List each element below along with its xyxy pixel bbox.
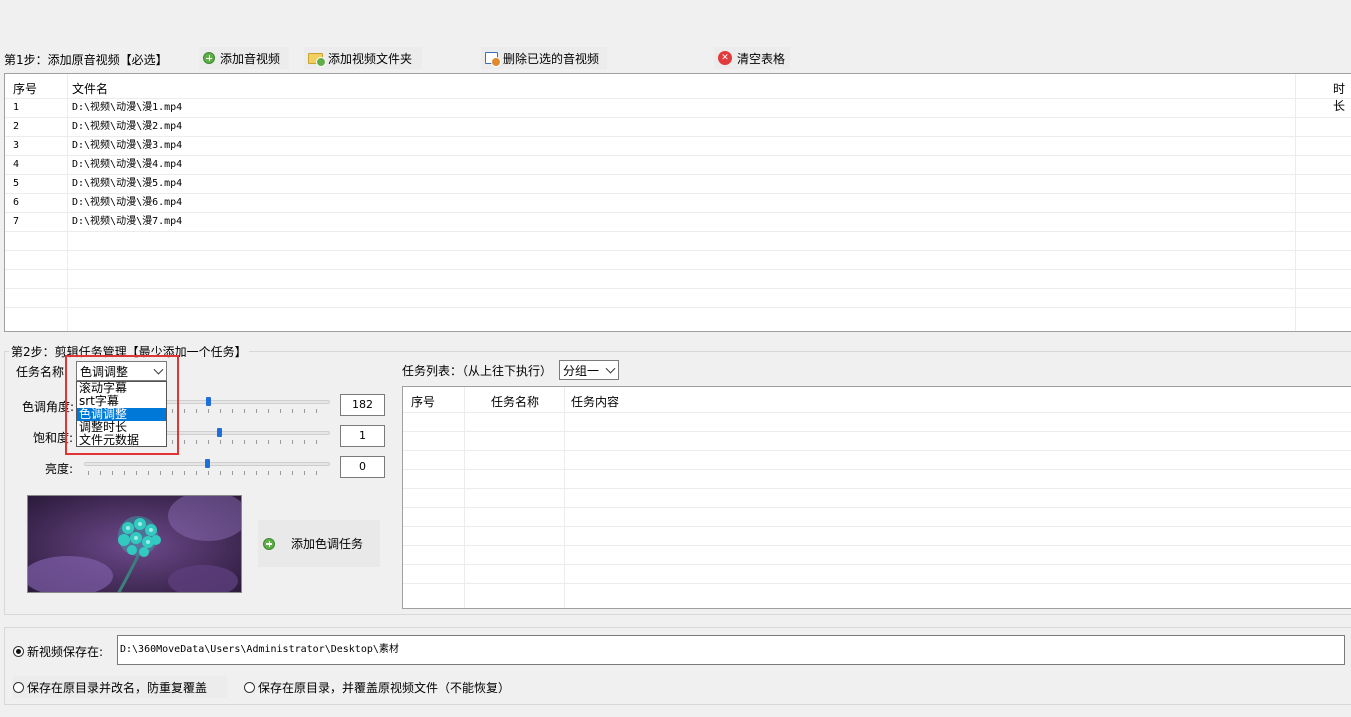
brightness-slider-thumb[interactable]: [205, 459, 210, 468]
task-table-row: [403, 431, 1351, 450]
saturation-value-input[interactable]: 1: [340, 425, 385, 447]
file-table-header: 序号 文件名 时长: [5, 74, 1351, 113]
task-table-row: [403, 412, 1351, 431]
folder-add-icon: [308, 52, 326, 67]
task-column-name[interactable]: 任务名称: [491, 393, 539, 410]
row-index: 4: [13, 159, 20, 170]
brightness-value-input[interactable]: 0: [340, 456, 385, 478]
table-row[interactable]: 7 D:\视频\动漫\漫7.mp4: [5, 212, 1351, 231]
table-row[interactable]: 1 D:\视频\动漫\漫1.mp4: [5, 98, 1351, 117]
flower-image: [28, 496, 241, 592]
add-audio-video-button[interactable]: 添加音视频: [199, 47, 289, 69]
row-index: 2: [13, 121, 20, 132]
delete-selected-button[interactable]: 删除已选的音视频: [481, 47, 607, 69]
task-table-row: [403, 450, 1351, 469]
add-video-folder-label: 添加视频文件夹: [328, 51, 413, 66]
row-filename: D:\视频\动漫\漫6.mp4: [72, 197, 183, 208]
overwrite-option-label: 保存在原目录，并覆盖原视频文件（不能恢复）: [258, 680, 511, 695]
row-index: 3: [13, 140, 20, 151]
table-row[interactable]: 2 D:\视频\动漫\漫2.mp4: [5, 117, 1351, 136]
table-row[interactable]: [5, 269, 1351, 288]
radio-unselected-icon: [244, 681, 255, 693]
task-column-index[interactable]: 序号: [411, 393, 435, 410]
add-icon: [263, 537, 275, 550]
task-table-row: [403, 469, 1351, 488]
file-table[interactable]: 序号 文件名 时长 1 D:\视频\动漫\漫1.mp4 2 D:\视频\动漫\漫2.m…: [4, 73, 1351, 332]
task-table-row: [403, 526, 1351, 545]
column-header-index[interactable]: 序号: [13, 80, 37, 97]
row-filename: D:\视频\动漫\漫2.mp4: [72, 121, 183, 132]
column-header-filename[interactable]: 文件名: [72, 80, 108, 97]
table-row[interactable]: 5 D:\视频\动漫\漫5.mp4: [5, 174, 1351, 193]
clear-table-label: 清空表格: [737, 51, 786, 66]
table-row[interactable]: [5, 288, 1351, 307]
row-filename: D:\视频\动漫\漫4.mp4: [72, 159, 183, 170]
delete-selected-label: 删除已选的音视频: [503, 51, 600, 66]
task-column-content[interactable]: 任务内容: [571, 393, 619, 410]
clear-table-button[interactable]: ✕ 清空表格: [714, 47, 790, 69]
table-row[interactable]: 4 D:\视频\动漫\漫4.mp4: [5, 155, 1351, 174]
radio-unselected-icon: [13, 681, 24, 693]
task-table-row: [403, 583, 1351, 602]
new-save-label: 新视频保存在:: [27, 645, 104, 659]
add-audio-video-label: 添加音视频: [220, 51, 281, 66]
brightness-label: 亮度:: [45, 462, 74, 476]
task-table-row: [403, 545, 1351, 564]
group-select[interactable]: 分组一: [559, 360, 619, 380]
saturation-slider-thumb[interactable]: [217, 428, 222, 437]
add-icon: [203, 52, 215, 64]
row-filename: D:\视频\动漫\漫1.mp4: [72, 102, 183, 113]
table-row[interactable]: [5, 307, 1351, 326]
chevron-down-icon: [605, 363, 616, 374]
task-table-row: [403, 488, 1351, 507]
add-color-task-button[interactable]: 添加色调任务: [258, 520, 380, 567]
radio-selected-icon: [13, 646, 24, 657]
table-row[interactable]: [5, 231, 1351, 250]
task-table-row: [403, 564, 1351, 583]
row-index: 1: [13, 102, 20, 113]
rename-option-label: 保存在原目录并改名，防重复覆盖: [27, 680, 208, 695]
hue-value-input[interactable]: 182: [340, 394, 385, 416]
table-row[interactable]: [5, 250, 1351, 269]
table-row[interactable]: 3 D:\视频\动漫\漫3.mp4: [5, 136, 1351, 155]
new-save-radio[interactable]: 新视频保存在:: [13, 643, 103, 660]
save-path-input[interactable]: D:\360MoveData\Users\Administrator\Deskt…: [117, 635, 1345, 665]
row-index: 7: [13, 216, 20, 227]
hue-slider-thumb[interactable]: [206, 397, 211, 406]
row-filename: D:\视频\动漫\漫5.mp4: [72, 178, 183, 189]
step1-label: 第1步：添加原音视频【必选】: [4, 53, 168, 67]
row-filename: D:\视频\动漫\漫7.mp4: [72, 216, 183, 227]
task-name-label: 任务名称:: [16, 365, 69, 379]
group-value: 分组一: [563, 363, 600, 378]
rename-option-radio[interactable]: 保存在原目录并改名，防重复覆盖: [13, 676, 227, 698]
delete-file-icon: [485, 52, 501, 67]
row-filename: D:\视频\动漫\漫3.mp4: [72, 140, 183, 151]
task-table-row: [403, 507, 1351, 526]
preview-image: [27, 495, 242, 593]
highlight-box: [65, 355, 179, 455]
row-index: 6: [13, 197, 20, 208]
close-icon: ✕: [718, 51, 732, 65]
row-index: 5: [13, 178, 20, 189]
overwrite-option-radio[interactable]: 保存在原目录，并覆盖原视频文件（不能恢复）: [244, 676, 510, 698]
task-list-label: 任务列表：（从上往下执行）: [402, 364, 553, 378]
add-video-folder-button[interactable]: 添加视频文件夹: [304, 47, 422, 69]
table-row[interactable]: 6 D:\视频\动漫\漫6.mp4: [5, 193, 1351, 212]
task-table[interactable]: 序号 任务名称 任务内容: [402, 386, 1351, 609]
brightness-slider-ticks: [88, 471, 328, 475]
add-color-task-label: 添加色调任务: [291, 537, 364, 551]
